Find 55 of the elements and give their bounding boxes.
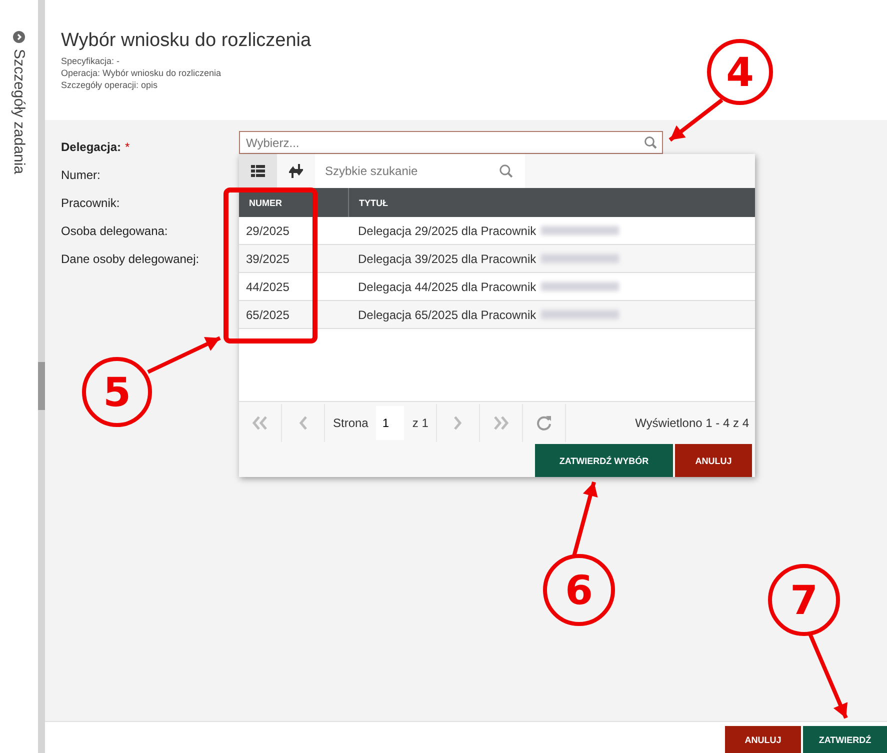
callout-circle: [707, 39, 773, 105]
callout-number: 4: [726, 50, 754, 96]
table-cell-text: 39/2025: [245, 252, 290, 266]
chevron-left-icon: [299, 416, 307, 430]
field-label: Osoba delegowana:: [61, 224, 168, 238]
search-icon[interactable]: [644, 136, 657, 149]
refresh-icon: [536, 415, 552, 431]
list-icon: [251, 165, 265, 177]
search-icon: [499, 164, 513, 178]
table-row[interactable]: 29/2025 Delegacja 29/2025 dla Pracownik: [239, 217, 755, 245]
table-cell-text: Delegacja 39/2025 dla Pracownik: [357, 252, 536, 266]
records-summary: Wyświetlono 1 - 4 z 4: [635, 416, 750, 430]
table-row[interactable]: 39/2025 Delegacja 39/2025 dla Pracownik: [239, 245, 755, 273]
table-cell-text: 44/2025: [245, 280, 290, 294]
operation-detail: Specyfikacja: -: [61, 55, 121, 67]
table-cell-text: 65/2025: [245, 308, 290, 322]
callout-number: 7: [790, 578, 818, 624]
page-count: z 1: [412, 416, 428, 430]
table-cell-text: 29/2025: [245, 224, 290, 238]
table-cell-text: Delegacja 44/2025 dla Pracownik: [357, 280, 536, 294]
table-row[interactable]: 65/2025 Delegacja 65/2025 dla Pracownik: [239, 301, 755, 329]
sidebar-label[interactable]: Szczegóły zadania: [10, 49, 28, 174]
field-label: Pracownik:: [61, 196, 120, 210]
column-header[interactable]: TYTUŁ: [349, 188, 388, 217]
footer-button[interactable]: ZATWIERDŹ: [803, 726, 887, 753]
quick-search-field[interactable]: Szybkie szukanie: [315, 154, 525, 188]
chevron-right-icon: [454, 416, 462, 430]
callout-number: 6: [565, 568, 593, 614]
table-row[interactable]: 44/2025 Delegacja 44/2025 dla Pracownik: [239, 273, 755, 301]
callout-number: 5: [103, 370, 131, 416]
footer-button[interactable]: ANULUJ: [725, 726, 801, 753]
page-field[interactable]: 1: [376, 406, 404, 440]
double-chevron-right-icon: [493, 416, 510, 430]
dialog-button[interactable]: ZATWIERDŹ WYBÓR: [535, 444, 673, 477]
callout-circle: [768, 564, 840, 636]
dialog-button[interactable]: ANULUJ: [675, 444, 752, 477]
callout-circle: [543, 554, 615, 626]
field-label: Delegacja:: [61, 140, 122, 154]
field-label: Dane osoby delegowanej:: [61, 252, 200, 266]
page-label: Strona: [333, 416, 368, 430]
double-chevron-left-icon: [252, 416, 268, 430]
operation-detail: Szczegóły operacji: opis: [61, 79, 159, 91]
page-title: Wybór wniosku do rozliczenia: [61, 30, 312, 52]
field-label: Numer:: [61, 168, 100, 182]
callout-circle: [82, 357, 152, 427]
expand-icon[interactable]: [13, 31, 25, 43]
delegation-select[interactable]: Wybierz...: [239, 131, 663, 154]
callout-arrow: [668, 98, 724, 142]
collapse-handle[interactable]: [38, 362, 45, 410]
required-mark: *: [125, 140, 130, 154]
operation-detail: Operacja: Wybór wniosku do rozliczenia: [61, 67, 222, 79]
table-cell-text: Delegacja 29/2025 dla Pracownik: [357, 224, 536, 238]
sort-icon: [289, 164, 303, 178]
list-view-button[interactable]: [239, 154, 277, 188]
table-cell-text: Delegacja 65/2025 dla Pracownik: [357, 308, 536, 322]
